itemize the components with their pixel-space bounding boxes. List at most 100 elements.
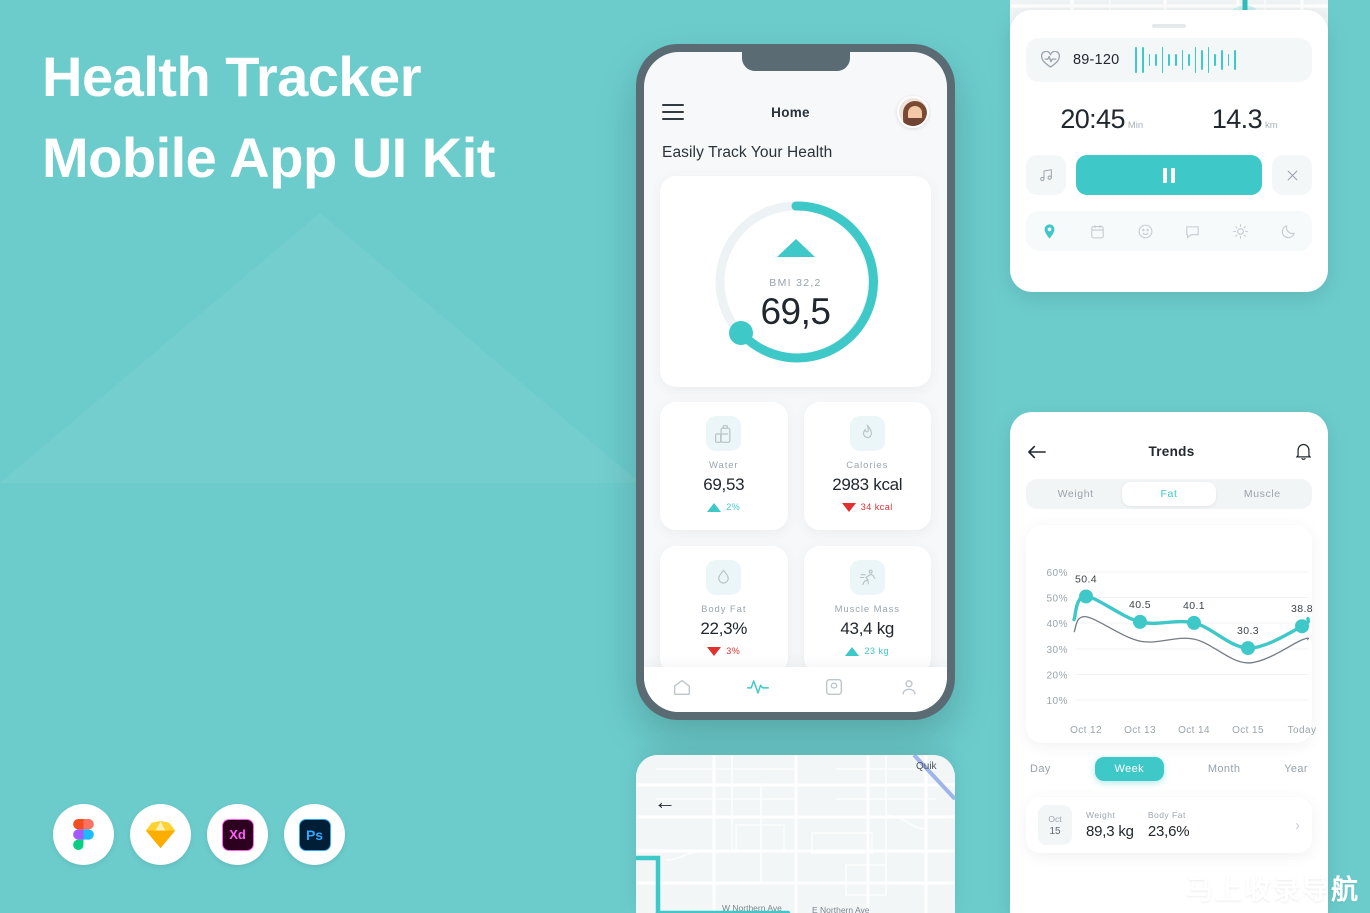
summary-weight-label: Weight [1086,810,1116,820]
nav-item-activity[interactable] [746,676,770,703]
stat-card-calories[interactable]: Calories 2983 kcal 34 kcal [803,402,931,530]
badge-sketch[interactable] [130,804,191,865]
app-subtitle: Easily Track Your Health [662,144,833,161]
route-map-card[interactable]: ← Quik W Northern Ave E Northern Ave [636,755,955,913]
nav-item-scale[interactable] [823,676,845,703]
phone-notch [741,52,850,71]
close-icon[interactable] [1272,155,1312,195]
moon-icon[interactable] [1280,223,1297,240]
nav-item-profile[interactable] [898,676,920,703]
smiley-icon[interactable] [1137,223,1154,240]
menu-icon[interactable] [662,99,684,125]
back-arrow-icon[interactable] [1026,443,1048,461]
adobe-xd-icon: Xd [221,818,254,851]
period-year[interactable]: Year [1284,757,1308,781]
run-distance-unit: km [1265,120,1278,131]
scale-icon [826,678,843,696]
stat-card-water[interactable]: Water 69,53 2% [660,402,788,530]
bell-icon[interactable] [1295,442,1312,461]
stat-delta: 23 kg [845,646,889,656]
stat-card-muscle-mass[interactable]: Muscle Mass 43,4 kg 23 kg [803,546,931,667]
trend-up-icon [845,646,860,656]
svg-text:38.8: 38.8 [1291,603,1313,615]
calendar-icon[interactable] [1089,223,1106,240]
svg-text:40%: 40% [1046,619,1068,630]
svg-text:10%: 10% [1046,696,1068,707]
trend-down-icon [841,502,856,512]
map-label: Quik [916,761,937,772]
badge-figma[interactable] [53,804,114,865]
sheet-grabber[interactable] [1152,24,1186,28]
svg-text:50%: 50% [1046,594,1068,605]
badge-photoshop[interactable]: Ps [284,804,345,865]
stat-value: 69,53 [703,475,745,494]
phone-screen: Home Easily Track Your Health BMI 32,2 6… [644,52,947,712]
stat-label: Muscle Mass [834,604,900,615]
heartbeat-icon [1040,51,1061,68]
svg-text:Oct 13: Oct 13 [1124,725,1156,736]
stat-delta-value: 3% [726,646,741,656]
map-label: E Northern Ave [812,905,870,913]
water-bottle-icon [706,416,742,451]
period-week[interactable]: Week [1094,757,1165,781]
avatar[interactable] [897,96,929,128]
svg-text:Oct 12: Oct 12 [1070,725,1102,736]
sun-icon[interactable] [1232,223,1249,240]
period-month[interactable]: Month [1208,757,1241,781]
droplet-icon [706,560,742,595]
svg-text:Oct 15: Oct 15 [1232,725,1264,736]
date-month: Oct [1048,813,1062,824]
date-chip: Oct 15 [1038,805,1072,845]
location-pin-icon[interactable] [1041,223,1058,240]
photoshop-label: Ps [305,826,324,843]
page-title: Health Tracker Mobile App UI Kit [42,36,662,198]
headline-line-2: Mobile App UI Kit [42,126,495,189]
run-quick-actions [1026,211,1312,251]
bmi-card[interactable]: BMI 32,2 69,5 [660,176,931,387]
trends-chart[interactable]: 60% 50% 40% 30% 20% 10% 50.4 40.5 40.1 30.3 38.8 Oc… [1026,525,1316,743]
pause-button[interactable] [1076,155,1262,195]
tab-weight[interactable]: Weight [1029,482,1122,506]
run-controls [1026,155,1312,195]
music-note-icon[interactable] [1026,155,1066,195]
headline-line-1: Health Tracker [42,45,421,108]
run-duration-value: 20:45 [1060,104,1125,134]
figma-icon [73,819,94,850]
stat-delta: 2% [707,502,740,512]
svg-text:50.4: 50.4 [1075,573,1097,585]
summary-fat-label: Body Fat [1147,810,1186,820]
stat-delta: 34 kcal [841,502,893,512]
stat-value: 2983 kcal [832,475,903,494]
tab-fat[interactable]: Fat [1122,482,1216,506]
day-summary-row[interactable]: Oct 15 Weight 89,3 kg Body Fat 23,6% › [1026,797,1312,853]
heart-rate-row: 89-120 [1026,38,1312,82]
run-session-panel: 89-120 20:45 Min 14.3 km [1010,0,1328,380]
stat-delta: 3% [707,646,740,656]
back-arrow-icon[interactable]: ← [654,791,676,813]
flame-icon [849,416,885,451]
stat-value: 43,4 kg [840,619,895,638]
image-watermark: 马上收录导航 [1186,875,1360,905]
tab-muscle[interactable]: Muscle [1216,482,1309,506]
badge-adobe-xd[interactable]: Xd [207,804,268,865]
chat-icon[interactable] [1184,223,1201,240]
map-graphic [636,755,955,913]
trends-chart-svg: 60% 50% 40% 30% 20% 10% 50.4 40.5 40.1 30.3 38.8 Oc… [1046,568,1315,736]
period-selector: Day Week Month Year [1026,757,1312,781]
summary-fat-value: 23,6% [1147,823,1190,840]
heart-rate-waveform [1135,46,1236,74]
nav-item-home[interactable] [671,676,693,703]
stat-label: Water [709,460,739,471]
run-duration-unit: Min [1127,120,1144,131]
period-day[interactable]: Day [1030,757,1051,781]
stat-card-body-fat[interactable]: Body Fat 22,3% 3% [660,546,788,667]
map-label: W Northern Ave [722,903,782,913]
run-stats-card: 89-120 20:45 Min 14.3 km [1010,10,1328,292]
trend-up-icon [707,502,722,512]
bmi-gauge: BMI 32,2 69,5 [708,194,884,370]
svg-text:Oct 14: Oct 14 [1178,725,1210,736]
runner-icon [849,560,885,595]
adobe-xd-label: Xd [229,827,246,842]
chevron-right-icon[interactable]: › [1295,817,1300,834]
svg-text:60%: 60% [1046,568,1068,579]
